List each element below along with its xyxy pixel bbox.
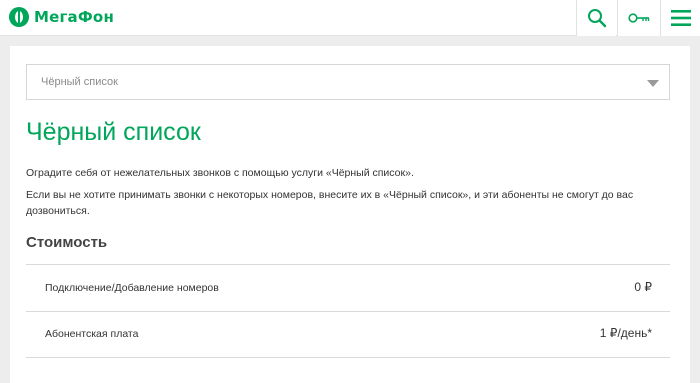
dropdown-selected-value: Чёрный список (41, 76, 118, 88)
price-row-value: 1 ₽/день* (599, 326, 652, 340)
divider (26, 311, 670, 312)
price-row-label: Подключение/Добавление номеров (45, 282, 219, 294)
description-paragraph-2: Если вы не хотите принимать звонки с нек… (26, 189, 634, 217)
cost-heading: Стоимость (26, 234, 108, 251)
description-paragraph-1: Оградите себя от нежелательных звонков с… (26, 167, 414, 179)
search-button[interactable] (576, 0, 616, 36)
key-icon (628, 13, 650, 23)
price-row-label: Абонентская плата (45, 328, 139, 340)
megafon-logo-icon (9, 7, 29, 27)
divider (26, 357, 670, 358)
top-bar: МегаФон (0, 0, 700, 36)
dropdown-arrow-icon (647, 80, 659, 87)
search-icon (587, 9, 606, 28)
menu-icon (670, 10, 691, 26)
page-title: Чёрный список (26, 118, 201, 146)
price-row-value: 0 ₽ (634, 280, 652, 294)
login-button[interactable] (617, 0, 660, 36)
content-panel: Чёрный список Чёрный список Оградите себ… (10, 46, 690, 383)
logo-text: МегаФон (34, 8, 115, 26)
menu-button[interactable] (660, 0, 700, 36)
section-dropdown[interactable]: Чёрный список (26, 64, 670, 100)
megafon-logo[interactable]: МегаФон (9, 6, 114, 28)
divider (26, 264, 670, 265)
